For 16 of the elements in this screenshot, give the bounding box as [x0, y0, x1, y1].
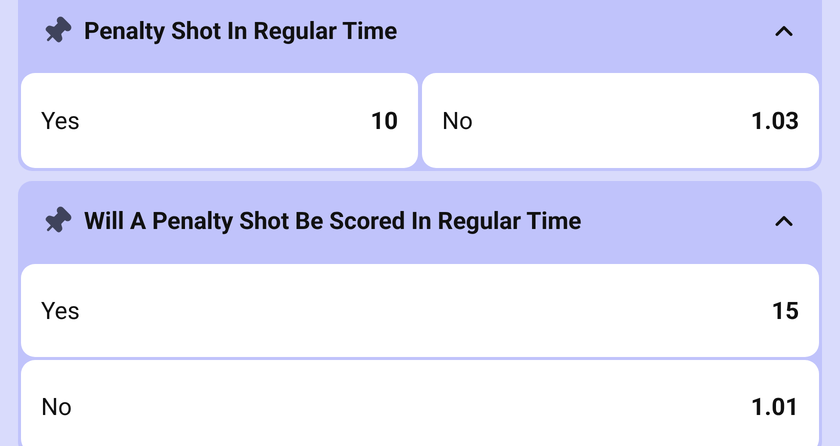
odds-option[interactable]: No 1.03	[422, 73, 819, 168]
option-label: Yes	[41, 106, 80, 136]
odds-option[interactable]: Yes 10	[21, 73, 418, 168]
market-title: Penalty Shot In Regular Time	[84, 16, 398, 47]
odds-value: 15	[771, 296, 799, 326]
option-label: No	[442, 106, 473, 136]
option-label: No	[41, 392, 72, 422]
odds-option[interactable]: Yes 15	[21, 264, 819, 357]
market-header[interactable]: Penalty Shot In Regular Time	[18, 0, 822, 70]
odds-value: 1.01	[750, 392, 799, 422]
option-label: Yes	[41, 296, 80, 326]
market-header[interactable]: Will A Penalty Shot Be Scored In Regular Time	[18, 181, 822, 261]
odds-option[interactable]: No 1.01	[21, 360, 819, 446]
market-title: Will A Penalty Shot Be Scored In Regular Time	[84, 206, 582, 237]
odds-value: 10	[370, 106, 398, 136]
odds-value: 1.03	[750, 106, 799, 136]
